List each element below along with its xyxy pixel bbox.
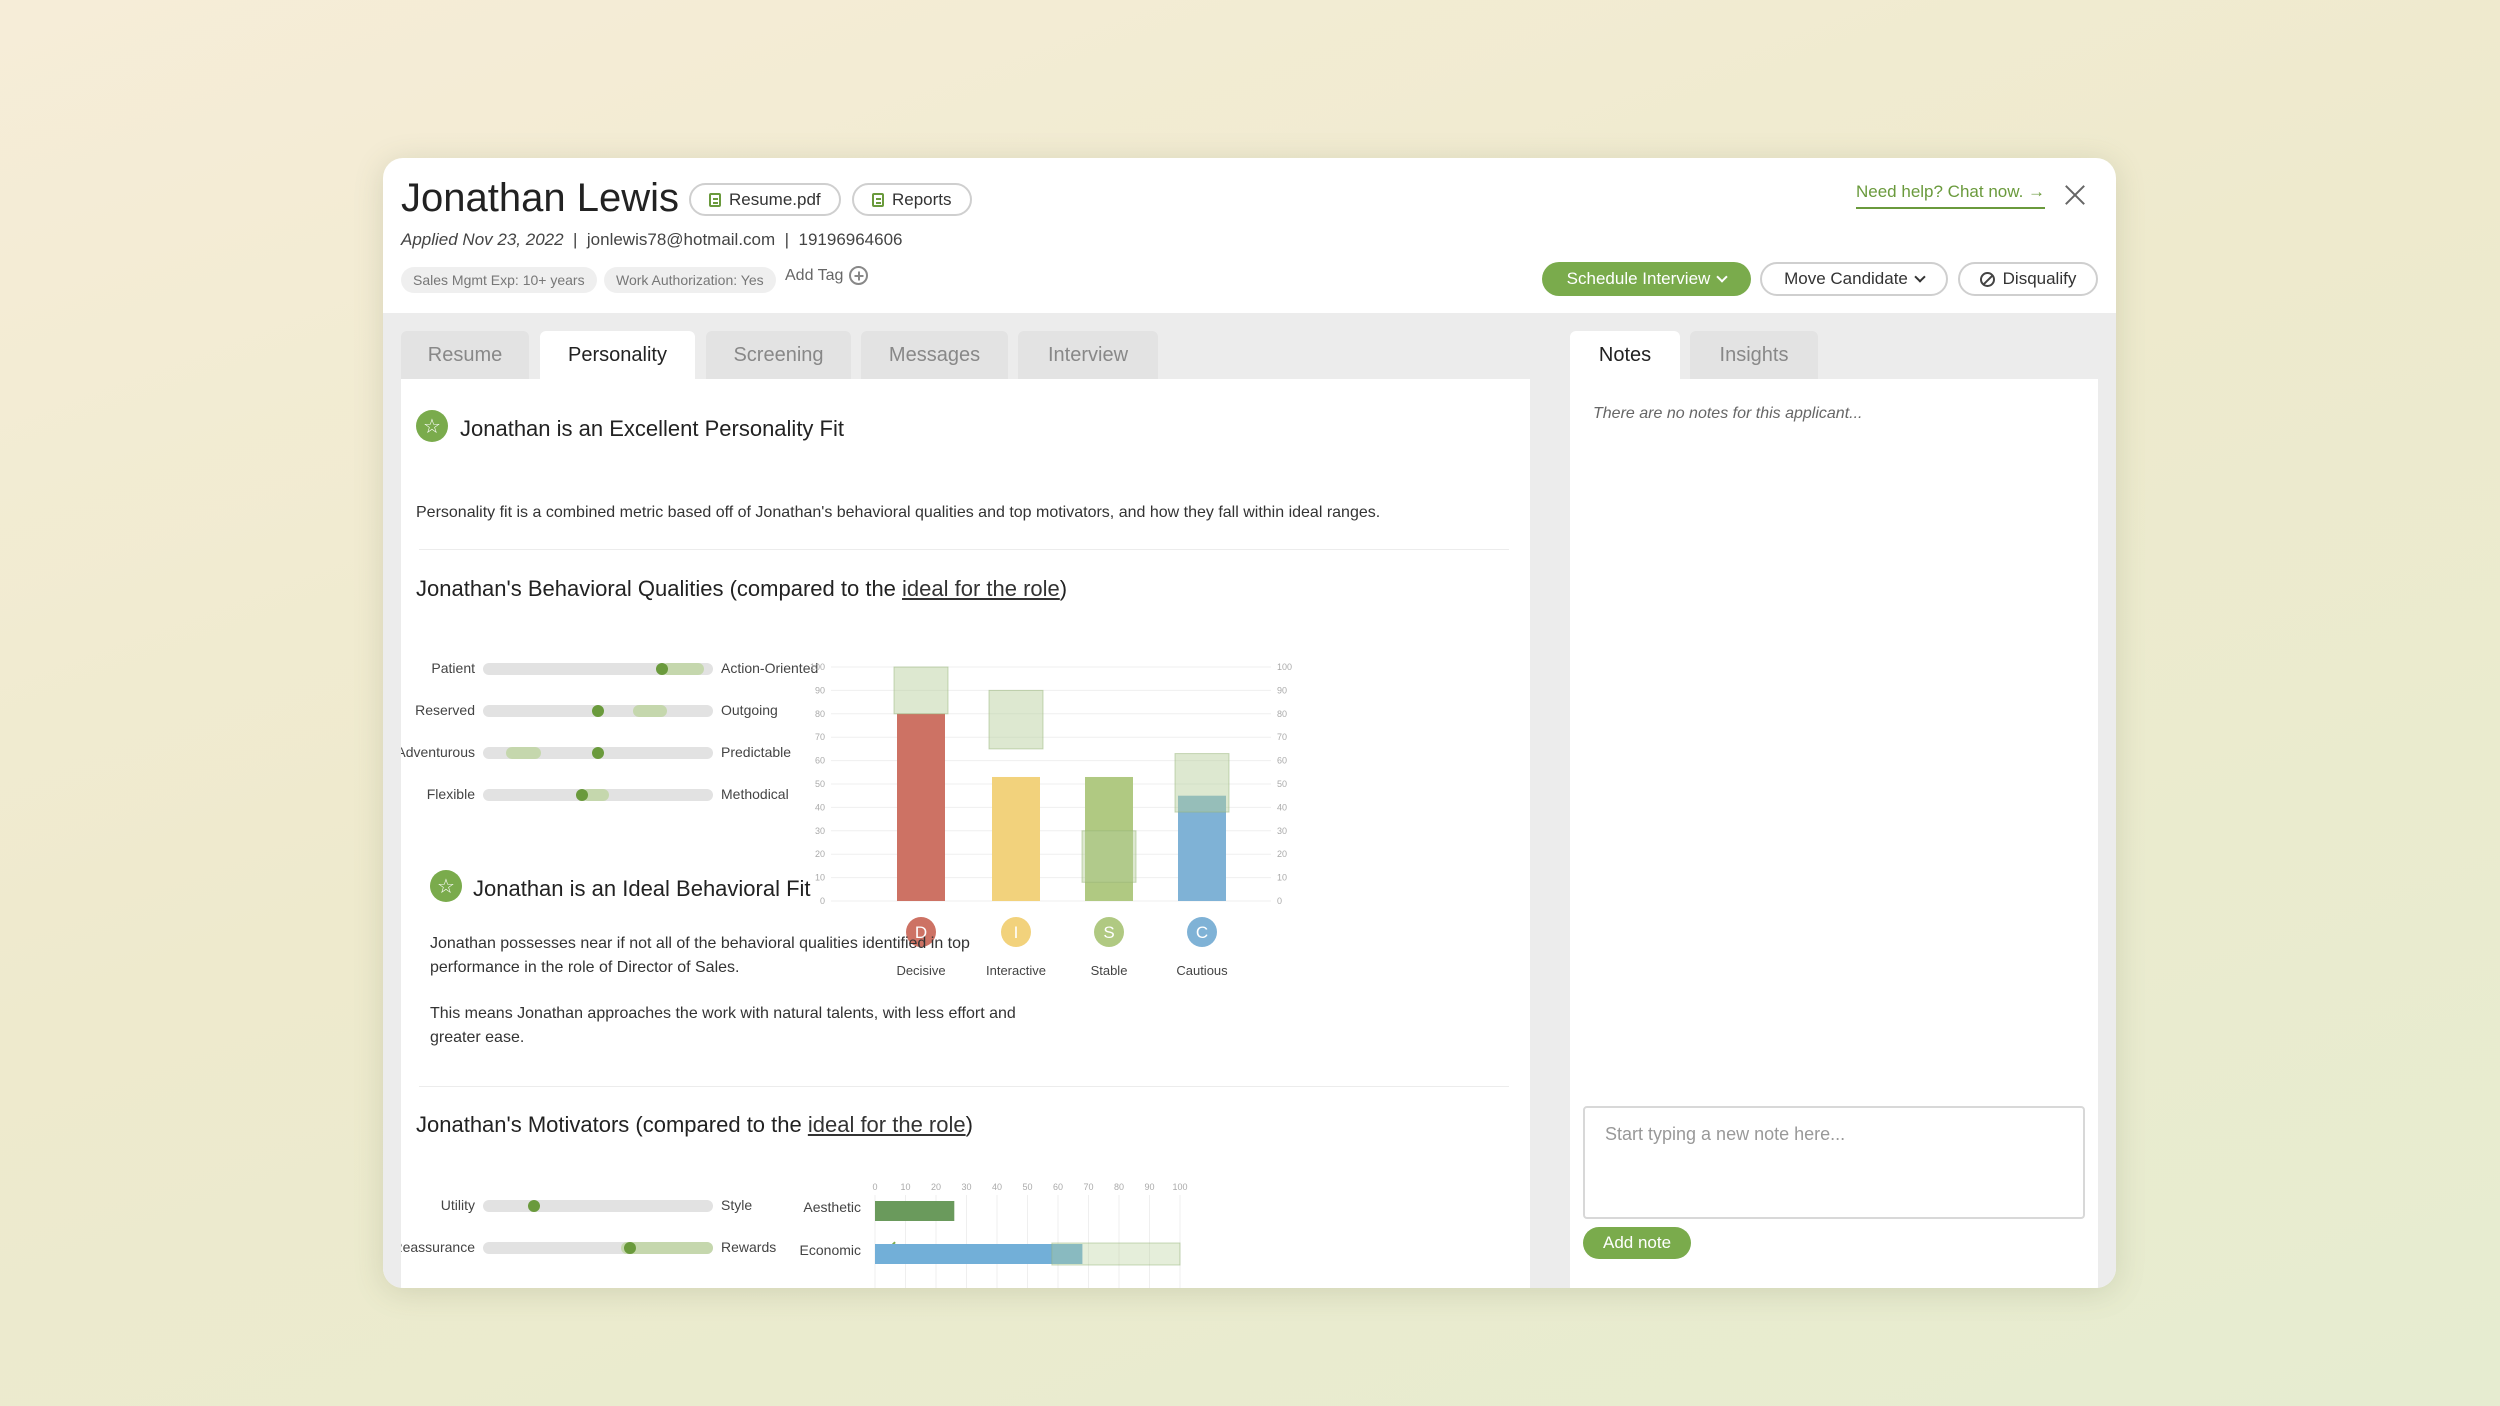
notes-panel: There are no notes for this applicant...… [1570,379,2098,1288]
close-icon[interactable] [2062,182,2088,208]
x-tick-label: 0 [872,1182,877,1192]
tag-work-auth[interactable]: Work Authorization: Yes [604,267,776,293]
candidate-name: Jonathan Lewis [401,176,679,220]
plus-circle-icon [849,266,869,285]
motivator-bar-chart: 0 10 20 30 40 50 60 70 80 90 100 Aesthetic Economic [800,1182,1188,1288]
document-icon [872,192,884,207]
tab-notes[interactable]: Notes [1570,331,1680,379]
document-icon [709,192,721,207]
applied-date: Applied Nov 23, 2022 [401,230,564,249]
chevron-down-icon [1716,271,1728,283]
tab-insights[interactable]: Insights [1690,331,1818,379]
x-tick-label: 70 [1083,1182,1093,1192]
personality-panel: ☆ Jonathan is an Excellent Personality F… [401,379,1530,1288]
move-candidate-button[interactable]: Move Candidate [1760,262,1948,296]
x-tick-label: 30 [961,1182,971,1192]
new-note-input[interactable] [1583,1106,2085,1219]
x-tick-label: 80 [1114,1182,1124,1192]
help-chat-link[interactable]: Need help? Chat now. → [1856,182,2046,209]
add-tag-button[interactable]: Add Tag [785,266,869,285]
candidate-contact-line: Applied Nov 23, 2022 | jonlewis78@hotmai… [401,230,903,249]
tab-interview[interactable]: Interview [1018,331,1158,379]
x-tick-label: 100 [1172,1182,1187,1192]
bar-economic [875,1244,1083,1264]
x-tick-label: 90 [1144,1182,1154,1192]
schedule-interview-button[interactable]: Schedule Interview [1542,262,1751,296]
chevron-down-icon [1914,271,1926,283]
x-tick-label: 50 [1022,1182,1032,1192]
reports-button[interactable]: Reports [852,183,972,216]
tab-resume[interactable]: Resume [401,331,529,379]
y-category-label: Economic [800,1242,861,1258]
x-tick-label: 60 [1053,1182,1063,1192]
tab-personality[interactable]: Personality [540,331,695,379]
ban-icon [1979,271,1995,287]
resume-button[interactable]: Resume.pdf [689,183,841,216]
candidate-email[interactable]: jonlewis78@hotmail.com [587,230,775,249]
ideal-range-economic [1051,1242,1181,1266]
x-tick-label: 10 [900,1182,910,1192]
candidate-modal: Jonathan Lewis Resume.pdf Reports Applie… [383,158,2116,1288]
add-note-button[interactable]: Add note [1583,1227,1692,1259]
tag-sales-exp[interactable]: Sales Mgmt Exp: 10+ years [401,267,597,293]
tab-messages[interactable]: Messages [861,331,1008,379]
disqualify-button[interactable]: Disqualify [1958,262,2098,296]
y-category-label: Aesthetic [803,1199,861,1215]
tab-screening[interactable]: Screening [706,331,851,379]
x-tick-label: 20 [931,1182,941,1192]
candidate-phone[interactable]: 19196964606 [799,230,903,249]
x-tick-label: 40 [992,1182,1002,1192]
notes-empty-message: There are no notes for this applicant... [1593,405,1863,422]
bar-aesthetic [875,1201,955,1221]
